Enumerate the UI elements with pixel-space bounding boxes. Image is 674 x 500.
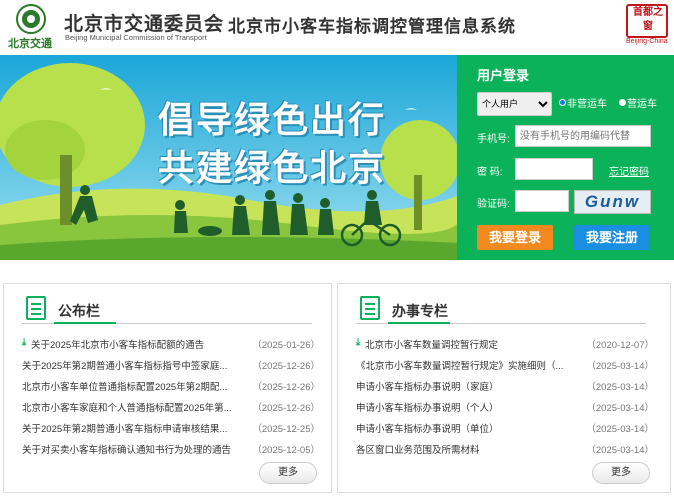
list-item-title[interactable]: 关于2025年第2期普通小客车指标指号中签家庭... bbox=[22, 358, 227, 372]
user-type-select[interactable]: 个人用户 bbox=[477, 92, 552, 116]
list-item-title[interactable]: 申请小客车指标办事说明（单位） bbox=[356, 421, 499, 435]
phone-input[interactable] bbox=[515, 125, 651, 147]
pin-icon: ⤓ bbox=[356, 337, 361, 348]
password-label: 密 码: bbox=[477, 167, 503, 178]
list-item[interactable]: 关于2025年第2期普通小客车指标指号中签家庭... （2025-12-26） bbox=[22, 358, 320, 374]
list-item[interactable]: 北京市小客车家庭和个人普通指标配置2025年第... （2025-12-26） bbox=[22, 400, 320, 416]
list-item-date: （2025-03-14） bbox=[586, 424, 654, 435]
captcha-image[interactable]: Gunw bbox=[574, 190, 651, 214]
list-item-date: （2025-03-14） bbox=[586, 382, 654, 393]
banner-slogan-line1: 倡导绿色出行 bbox=[158, 99, 387, 140]
notice-board-panel: 公布栏 ⤓ 关于2025年北京市小客车指标配额的通告 （2025-01-26） 关于2… bbox=[3, 283, 332, 493]
list-item-title[interactable]: 各区窗口业务范围及所需材料 bbox=[356, 442, 480, 456]
list-item[interactable]: 各区窗口业务范围及所需材料 （2025-03-14） bbox=[356, 442, 654, 458]
notice-board-header: 公布栏 bbox=[22, 294, 312, 324]
list-item-date: （2025-12-05） bbox=[252, 445, 320, 456]
login-button[interactable]: 我要登录 bbox=[477, 225, 553, 250]
list-item[interactable]: 申请小客车指标办事说明（个人） （2025-03-14） bbox=[356, 400, 654, 416]
list-item-title[interactable]: 《北京市小客车数量调控暂行规定》实施细则（... bbox=[356, 358, 563, 372]
list-item-title[interactable]: 北京市小客车数量调控暂行规定 bbox=[365, 337, 498, 351]
radio-commercial[interactable]: 营运车 bbox=[619, 95, 657, 110]
list-item[interactable]: 关于2025年第2期普通小客车指标申请审核结果... （2025-12-25） bbox=[22, 421, 320, 437]
list-item[interactable]: 申请小客车指标办事说明（单位） （2025-03-14） bbox=[356, 421, 654, 437]
captcha-label: 验证码: bbox=[477, 199, 510, 210]
seal-caption: Beijing-China bbox=[626, 38, 668, 45]
list-item-date: （2020-12-07） bbox=[586, 340, 654, 351]
list-item-date: （2025-12-25） bbox=[252, 424, 320, 435]
service-header: 办事专栏 bbox=[356, 294, 646, 324]
list-item-title[interactable]: 申请小客车指标办事说明（个人） bbox=[356, 400, 499, 414]
list-item-date: （2025-01-26） bbox=[252, 340, 320, 351]
pin-icon: ⤓ bbox=[22, 337, 27, 348]
captcha-input[interactable] bbox=[515, 190, 569, 212]
seal-chars: 首都之窗 bbox=[633, 7, 663, 32]
service-title: 办事专栏 bbox=[392, 303, 448, 319]
list-item[interactable]: 申请小客车指标办事说明（家庭） （2025-03-14） bbox=[356, 379, 654, 395]
forgot-password-link[interactable]: 忘记密码 bbox=[609, 163, 649, 178]
list-item-date: （2025-03-14） bbox=[586, 361, 654, 372]
list-item-date: （2025-12-26） bbox=[252, 382, 320, 393]
notice-more-button[interactable]: 更多 bbox=[259, 462, 317, 484]
list-item[interactable]: ⤓ 北京市小客车数量调控暂行规定 （2020-12-07） bbox=[356, 337, 654, 353]
logo-caption: 北京交通 bbox=[8, 38, 52, 50]
phone-label: 手机号: bbox=[477, 134, 510, 145]
list-item[interactable]: 《北京市小客车数量调控暂行规定》实施细则（... （2025-03-14） bbox=[356, 358, 654, 374]
list-item[interactable]: 关于对买卖小客车指标确认通知书行为处理的通告 （2025-12-05） bbox=[22, 442, 320, 458]
list-item-title[interactable]: 关于对买卖小客车指标确认通知书行为处理的通告 bbox=[22, 442, 231, 456]
list-item[interactable]: 北京市小客车单位普通指标配置2025年第2期配... （2025-12-26） bbox=[22, 379, 320, 395]
banner-slogan-line2: 共建绿色北京 bbox=[158, 147, 387, 188]
service-panel: 办事专栏 ⤓ 北京市小客车数量调控暂行规定 （2020-12-07） 《北京市小客车数… bbox=[337, 283, 671, 493]
service-more-button[interactable]: 更多 bbox=[592, 462, 650, 484]
list-item-date: （2025-12-26） bbox=[252, 361, 320, 372]
list-item-title[interactable]: 北京市小客车单位普通指标配置2025年第2期配... bbox=[22, 379, 227, 393]
list-item-title[interactable]: 北京市小客车家庭和个人普通指标配置2025年第... bbox=[22, 400, 232, 414]
login-title: 用户登录 bbox=[477, 68, 530, 83]
service-list-icon bbox=[360, 296, 380, 320]
list-item-title[interactable]: 关于2025年北京市小客车指标配额的通告 bbox=[31, 337, 204, 351]
org-name-cn: 北京市交通委员会 bbox=[64, 14, 225, 35]
list-item[interactable]: ⤓ 关于2025年北京市小客车指标配额的通告 （2025-01-26） bbox=[22, 337, 320, 353]
system-title: 北京市小客车指标调控管理信息系统 bbox=[228, 17, 516, 36]
radio-selected-icon bbox=[559, 99, 566, 106]
list-item-date: （2025-03-14） bbox=[586, 445, 654, 456]
password-input[interactable] bbox=[515, 158, 593, 180]
list-item-date: （2025-12-26） bbox=[252, 403, 320, 414]
login-panel: 用户登录 个人用户 非营运车 营运车 手机号: 密 码: 忘记密码 验证码: G… bbox=[457, 55, 674, 260]
radio-non-commercial[interactable]: 非营运车 bbox=[559, 95, 607, 110]
register-button[interactable]: 我要注册 bbox=[574, 225, 650, 250]
site-header: 北京交通 北京市交通委员会 Beijing Municipal Commissi… bbox=[0, 0, 674, 55]
notice-board-icon bbox=[26, 296, 46, 320]
notice-board-title: 公布栏 bbox=[58, 303, 100, 319]
org-name-en: Beijing Municipal Commission of Transpor… bbox=[65, 33, 207, 42]
list-item-title[interactable]: 关于2025年第2期普通小客车指标申请审核结果... bbox=[22, 421, 227, 435]
radio-unselected-icon bbox=[619, 99, 626, 106]
list-item-title[interactable]: 申请小客车指标办事说明（家庭） bbox=[356, 379, 499, 393]
list-item-date: （2025-03-14） bbox=[586, 403, 654, 414]
